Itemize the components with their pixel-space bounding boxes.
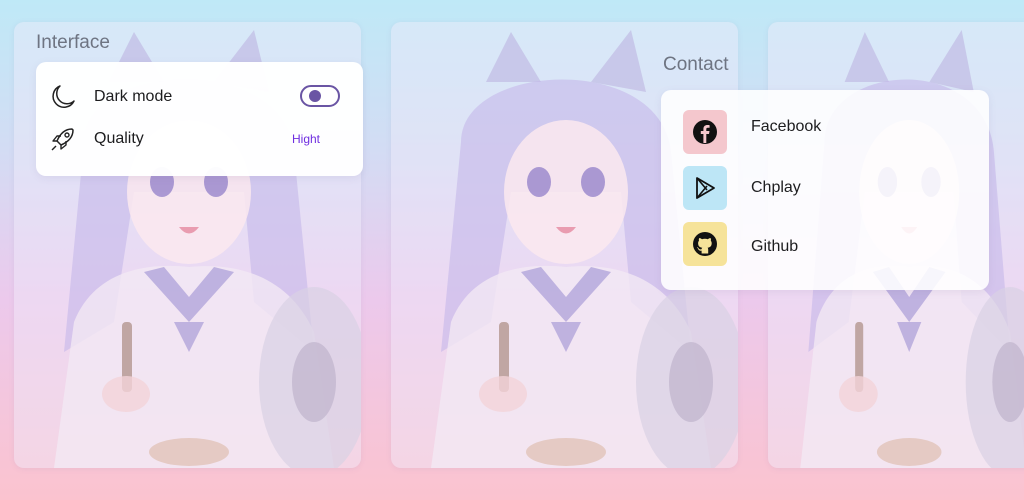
contact-heading: Contact	[663, 54, 729, 75]
contact-card: Facebook Chplay Github	[661, 90, 989, 290]
github-tile	[683, 222, 727, 266]
contact-item-chplay[interactable]: Chplay	[683, 166, 801, 210]
toggle-knob	[309, 90, 321, 102]
play-store-icon	[692, 175, 718, 201]
interface-heading: Interface	[36, 32, 110, 53]
chplay-tile	[683, 166, 727, 210]
moon-icon	[48, 82, 78, 112]
dark-mode-label: Dark mode	[94, 88, 173, 105]
quality-row: Quality	[48, 124, 144, 154]
github-label: Github	[751, 238, 799, 255]
facebook-icon	[692, 119, 718, 145]
chplay-label: Chplay	[751, 179, 801, 196]
quality-label: Quality	[94, 130, 144, 147]
interface-card: Dark mode Quality Hight	[36, 62, 363, 176]
facebook-label: Facebook	[751, 118, 822, 135]
facebook-tile	[683, 110, 727, 154]
rocket-icon	[48, 124, 78, 154]
contact-item-facebook[interactable]: Facebook	[683, 110, 821, 154]
quality-value-button[interactable]: Hight	[292, 132, 320, 146]
dark-mode-toggle[interactable]	[300, 85, 340, 107]
contact-item-github[interactable]: Github	[683, 222, 798, 266]
github-icon	[692, 231, 718, 257]
dark-mode-row: Dark mode	[48, 82, 172, 112]
